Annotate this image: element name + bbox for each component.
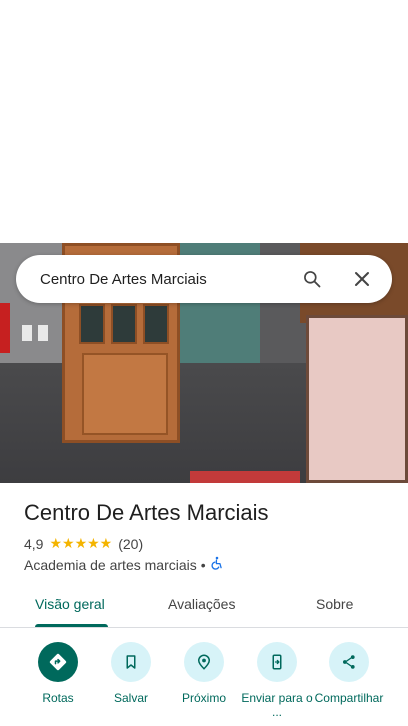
place-tabs: Visão geral Avaliações Sobre xyxy=(0,588,408,628)
share-button[interactable]: Compartilhar xyxy=(309,642,389,705)
directions-icon xyxy=(38,642,78,682)
save-button[interactable]: Salvar xyxy=(91,642,171,705)
tab-about[interactable]: Sobre xyxy=(316,596,353,612)
directions-label: Rotas xyxy=(42,691,74,705)
place-title: Centro De Artes Marciais xyxy=(24,500,269,525)
directions-button[interactable]: Rotas xyxy=(18,642,98,705)
place-category: Academia de artes marciais xyxy=(24,556,197,573)
bookmark-icon xyxy=(111,642,151,682)
send-to-phone-button[interactable]: Enviar para o ... xyxy=(237,642,317,719)
save-label: Salvar xyxy=(113,691,148,705)
share-label: Compartilhar xyxy=(314,691,384,705)
wheelchair-accessible-icon xyxy=(210,556,224,573)
rating-value: 4,9 xyxy=(24,535,44,552)
nearby-label: Próximo xyxy=(181,691,226,705)
close-icon[interactable] xyxy=(350,267,374,291)
tab-overview[interactable]: Visão geral xyxy=(35,596,105,612)
send-to-phone-icon xyxy=(257,642,297,682)
search-input[interactable]: Centro De Artes Marciais xyxy=(40,271,300,288)
separator-dot: • xyxy=(200,556,206,573)
tab-reviews[interactable]: Avaliações xyxy=(168,596,235,612)
nearby-button[interactable]: Próximo xyxy=(164,642,244,705)
send-to-phone-label: Enviar para o ... xyxy=(241,691,313,719)
review-count[interactable]: (20) xyxy=(118,536,143,552)
nearby-icon xyxy=(184,642,224,682)
map-area[interactable] xyxy=(0,0,408,243)
category-row: Academia de artes marciais • xyxy=(24,556,224,573)
action-buttons: Rotas Salvar Próximo Enviar para o ... C… xyxy=(0,640,408,726)
share-icon xyxy=(329,642,369,682)
star-rating-icon: ★★★★★ xyxy=(49,535,113,551)
tab-active-indicator xyxy=(35,624,108,627)
rating-row[interactable]: 4,9 ★★★★★ (20) xyxy=(24,535,143,552)
search-icon[interactable] xyxy=(300,267,324,291)
search-bar[interactable]: Centro De Artes Marciais xyxy=(16,255,392,303)
